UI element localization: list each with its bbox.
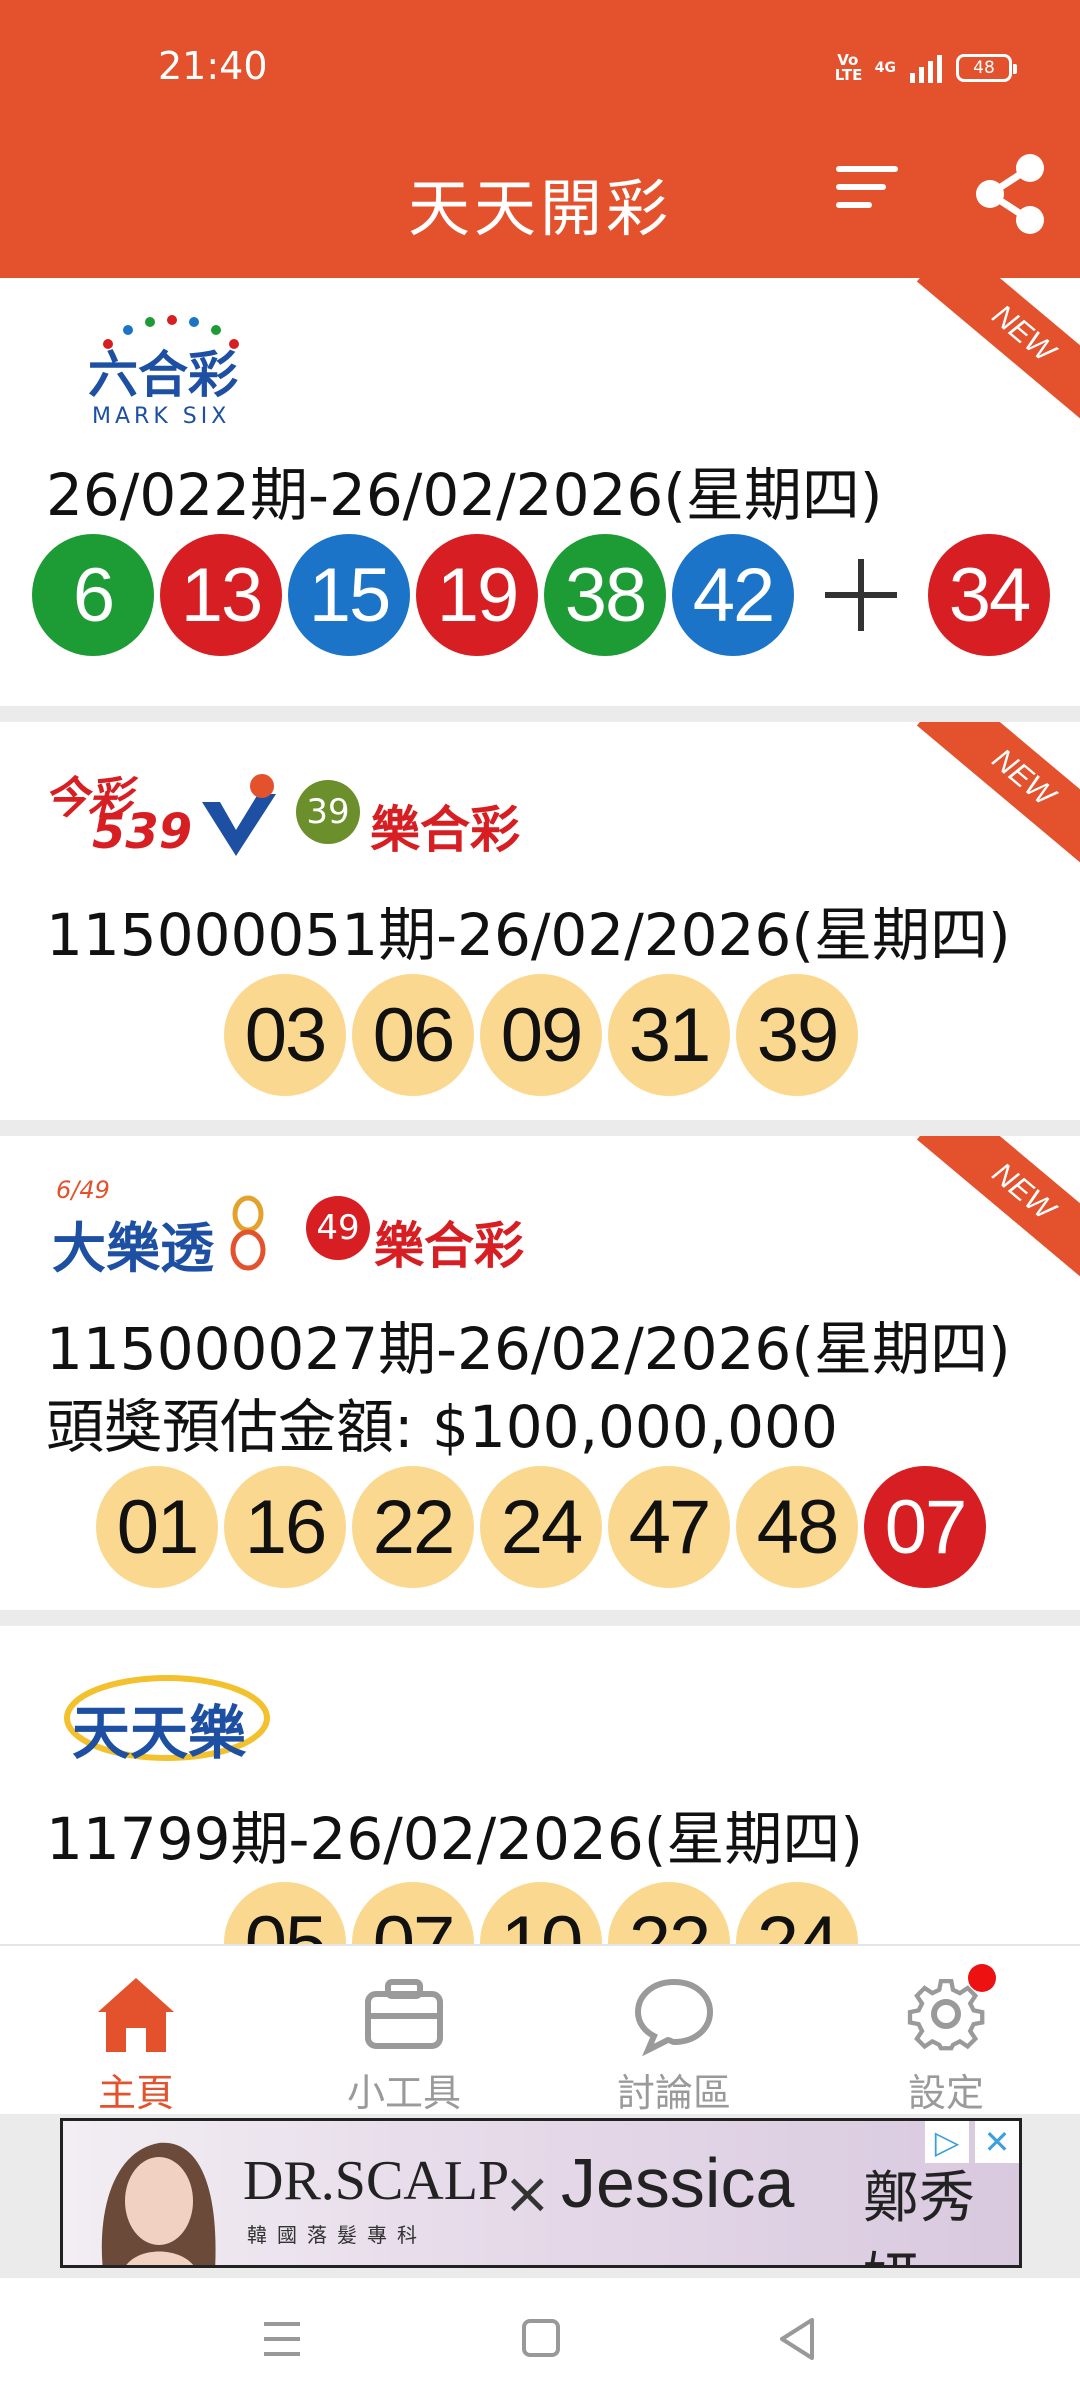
lottery-ball: 13 [160, 534, 282, 656]
result-card-big-lotto[interactable]: NEW 6/49 大樂透 49 樂合彩 115000027期-26/02/202… [0, 1136, 1080, 1610]
lottery-ball: 42 [672, 534, 794, 656]
lotto-539-logo: 今彩 539 39 樂合彩 [44, 762, 544, 872]
status-icons: Vo LTE 4G 48 [834, 48, 1017, 88]
lottery-ball: 19 [416, 534, 538, 656]
logo-lehecai: 樂合彩 [374, 1217, 524, 1275]
sort-icon[interactable] [836, 166, 908, 226]
toolbox-icon [365, 1979, 443, 2049]
ad-name-cjk: 鄭秀妍 [863, 2166, 975, 2265]
logo-big-lotto-text: 大樂透 [52, 1217, 214, 1280]
lottery-ball: 16 [224, 1466, 346, 1588]
badge-39: 39 [296, 780, 360, 844]
ad-model-photo [101, 2142, 216, 2265]
ad-brand: DR.SCALP [243, 2150, 510, 2212]
nav-label: 設定 [907, 2071, 984, 2115]
ball-row: 6 13 15 19 38 42 34 [32, 534, 1050, 656]
app-header: 21:40 Vo LTE 4G 48 天天開彩 [0, 0, 1080, 278]
recent-apps-icon[interactable] [252, 2312, 312, 2366]
ball-row: 05 07 10 22 24 [224, 1882, 858, 1944]
system-navigation-bar [0, 2278, 1080, 2400]
results-list[interactable]: NEW 六合彩 MARK SIX 26/022期-26/02/2026(星期四)… [0, 278, 1080, 1944]
lottery-ball: 22 [608, 1882, 730, 1944]
signal-icon [910, 53, 942, 83]
result-card-daily-cash[interactable]: 天天樂 11799期-26/02/2026(星期四) 05 07 10 22 2… [0, 1626, 1080, 1944]
volte-indicator: Vo LTE [834, 51, 863, 84]
lottery-ball: 24 [736, 1882, 858, 1944]
new-ribbon: NEW [916, 278, 1080, 430]
ad-brand-sub: 韓國落髮專科 [247, 2223, 427, 2247]
battery-level: 48 [973, 58, 995, 78]
plus-icon [800, 534, 922, 656]
share-icon[interactable] [972, 152, 1050, 236]
lottery-ball: 24 [480, 1466, 602, 1588]
nav-tools[interactable]: 小工具 [304, 1946, 504, 2116]
lottery-ball: 48 [736, 1466, 858, 1588]
nav-forum[interactable]: 討論區 [574, 1946, 774, 2116]
lottery-ball: 39 [736, 974, 858, 1096]
home-button-icon[interactable] [510, 2312, 570, 2366]
ad-name: Jessica [561, 2144, 795, 2222]
lottery-ball: 38 [544, 534, 666, 656]
draw-info: 11799期-26/02/2026(星期四) [46, 1805, 863, 1873]
v-logo-icon [202, 774, 276, 856]
ad-times: × [503, 2159, 552, 2227]
badge-49: 49 [306, 1196, 370, 1260]
ad-banner[interactable]: DR.SCALP 韓國落髮專科 × Jessica 鄭秀妍 ▷ ✕ [60, 2118, 1022, 2268]
network-type: 4G [874, 60, 896, 76]
logo-539-number: 539 [92, 804, 193, 860]
lottery-ball: 03 [224, 974, 346, 1096]
big-lotto-logo: 6/49 大樂透 49 樂合彩 [52, 1176, 552, 1286]
lottery-ball: 47 [608, 1466, 730, 1588]
daily-cash-logo-text: 天天樂 [72, 1699, 247, 1767]
nav-label: 小工具 [346, 2071, 461, 2115]
lottery-ball: 07 [352, 1882, 474, 1944]
ad-controls: ▷ ✕ [925, 2121, 1019, 2163]
lottery-ball: 01 [96, 1466, 218, 1588]
lottery-ball: 15 [288, 534, 410, 656]
logo-lehecai: 樂合彩 [370, 801, 520, 859]
draw-info: 26/022期-26/02/2026(星期四) [46, 461, 883, 529]
back-icon[interactable] [768, 2312, 828, 2366]
draw-info: 115000051期-26/02/2026(星期四) [46, 901, 1011, 969]
ball-row: 01 16 22 24 47 48 07 [96, 1466, 986, 1588]
result-card-539[interactable]: NEW 今彩 539 39 樂合彩 115000051期-26/02/2026(… [0, 722, 1080, 1120]
status-time: 21:40 [158, 44, 268, 88]
chat-bubble-icon [634, 1978, 714, 2056]
daily-cash-logo: 天天樂 [62, 1668, 272, 1768]
bottom-navigation: 主頁 小工具 討論區 設定 [0, 1944, 1080, 2116]
nav-settings[interactable]: 設定 [846, 1946, 1046, 2116]
adchoices-icon[interactable]: ▷ [925, 2121, 969, 2163]
lottery-ball: 10 [480, 1882, 602, 1944]
jackpot-estimate: 頭獎預估金額: $100,000,000 [46, 1393, 838, 1461]
new-ribbon: NEW [916, 1136, 1080, 1288]
mark-six-logo-text: 六合彩 [88, 346, 238, 404]
logo-649: 6/49 [56, 1176, 110, 1204]
new-ribbon: NEW [916, 722, 1080, 874]
draw-info: 115000027期-26/02/2026(星期四) [46, 1315, 1011, 1383]
lottery-ball: 09 [480, 974, 602, 1096]
eight-icon [230, 1195, 266, 1271]
mark-six-logo: 六合彩 MARK SIX [88, 312, 248, 429]
special-ball: 34 [928, 534, 1050, 656]
nav-label: 討論區 [616, 2071, 731, 2115]
nav-label: 主頁 [97, 2071, 174, 2115]
battery-icon: 48 [956, 54, 1017, 82]
lottery-ball: 22 [352, 1466, 474, 1588]
home-icon [98, 1978, 174, 2052]
result-card-mark-six[interactable]: NEW 六合彩 MARK SIX 26/022期-26/02/2026(星期四)… [0, 278, 1080, 706]
app-root: 21:40 Vo LTE 4G 48 天天開彩 NEW 六合彩 MARK SIX… [0, 0, 1080, 2400]
nav-home[interactable]: 主頁 [36, 1946, 236, 2116]
app-title: 天天開彩 [407, 172, 672, 245]
ad-close-icon[interactable]: ✕ [975, 2121, 1019, 2163]
lottery-ball: 05 [224, 1882, 346, 1944]
notification-dot [968, 1964, 996, 1992]
mark-six-logo-sub: MARK SIX [92, 404, 231, 429]
special-ball: 07 [864, 1466, 986, 1588]
ball-row: 03 06 09 31 39 [224, 974, 858, 1096]
lottery-ball: 6 [32, 534, 154, 656]
lottery-ball: 06 [352, 974, 474, 1096]
lottery-ball: 31 [608, 974, 730, 1096]
